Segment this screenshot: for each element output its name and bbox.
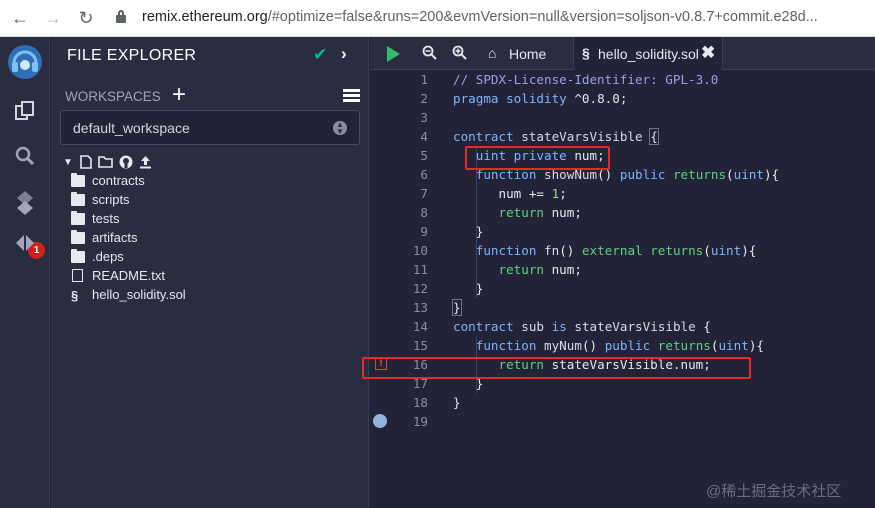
- highlight-box-error-line: [362, 357, 751, 379]
- lock-icon: [116, 10, 126, 24]
- search-icon[interactable]: [10, 145, 40, 175]
- folder-icon: [71, 192, 85, 206]
- forward-icon[interactable]: →: [42, 7, 64, 29]
- file-explorer-panel: FILE EXPLORER ✔ › WORKSPACES + default_w…: [51, 37, 369, 508]
- zoom-in-icon[interactable]: [452, 45, 467, 63]
- line-number: 3: [420, 110, 428, 125]
- workspace-select-value: default_workspace: [73, 120, 190, 136]
- remix-logo-icon[interactable]: [6, 43, 44, 81]
- folder-icon: [71, 230, 85, 244]
- code-line: 3: [370, 108, 875, 127]
- line-number: 4: [420, 129, 428, 144]
- highlight-box-private-var: [465, 146, 610, 170]
- home-icon: ⌂: [488, 45, 497, 61]
- line-number: 2: [420, 91, 428, 106]
- reload-icon[interactable]: ↻: [75, 7, 97, 29]
- code-line: 18 }: [370, 393, 875, 412]
- code-line: 15 function myNum() public returns(uint)…: [370, 336, 875, 355]
- line-number: 12: [412, 281, 428, 296]
- address-bar[interactable]: remix.ethereum.org/#optimize=false&runs=…: [106, 4, 875, 32]
- solidity-file-icon: §: [71, 288, 79, 303]
- select-arrows-icon: ▲ ▼: [333, 121, 347, 136]
- github-icon[interactable]: [119, 155, 133, 173]
- code-line: 6 function showNum() public returns(uint…: [370, 165, 875, 184]
- workspace-menu-icon[interactable]: [343, 89, 360, 103]
- code-line: 9 }: [370, 222, 875, 241]
- code-line: 1 // SPDX-License-Identifier: GPL-3.0: [370, 70, 875, 89]
- code-line: 2 pragma solidity ^0.8.0;: [370, 89, 875, 108]
- deploy-run-icon[interactable]: [10, 232, 40, 262]
- code-line: 14 contract sub is stateVarsVisible {: [370, 317, 875, 336]
- line-number: 18: [412, 395, 428, 410]
- browser-toolbar: ← → ↻ remix.ethereum.org/#optimize=false…: [0, 0, 875, 37]
- code-line: 12 }: [370, 279, 875, 298]
- tab-label: hello_solidity.sol: [598, 46, 699, 62]
- tab-label: Home: [509, 46, 547, 62]
- code-line: 10 function fn() external returns(uint){: [370, 241, 875, 260]
- folder-icon: [71, 173, 85, 187]
- new-folder-icon[interactable]: [98, 155, 113, 172]
- file-icon: [72, 269, 83, 282]
- solidity-compiler-icon[interactable]: [10, 190, 40, 220]
- workspaces-label: WORKSPACES: [65, 89, 161, 104]
- run-icon[interactable]: [387, 46, 400, 62]
- upload-icon[interactable]: [139, 155, 152, 173]
- solidity-file-icon: §: [582, 45, 590, 61]
- zoom-out-icon[interactable]: [422, 45, 437, 63]
- tree-item-label: tests: [92, 211, 120, 226]
- back-icon[interactable]: ←: [9, 7, 31, 29]
- line-number: 14: [412, 319, 428, 334]
- folder-icon: [71, 211, 85, 225]
- code-editor[interactable]: 1 // SPDX-License-Identifier: GPL-3.0 2 …: [362, 70, 875, 508]
- code-line: 7 num += 1;: [370, 184, 875, 203]
- file-explorer-icon[interactable]: [10, 100, 40, 130]
- line-number: 7: [420, 186, 428, 201]
- chevron-right-icon[interactable]: ›: [341, 44, 347, 64]
- code-line: 11 return num;: [370, 260, 875, 279]
- line-number: 10: [412, 243, 428, 258]
- url-path: /#optimize=false&runs=200&evmVersion=nul…: [267, 9, 818, 25]
- folder-icon: [71, 249, 85, 263]
- tree-item-label: .deps: [92, 249, 124, 264]
- panel-title: FILE EXPLORER: [67, 47, 197, 64]
- code-line: 4 contract stateVarsVisible {: [370, 127, 875, 146]
- caret-down-icon[interactable]: ▼: [63, 155, 73, 171]
- line-number: 8: [420, 205, 428, 220]
- new-file-icon[interactable]: [80, 155, 92, 173]
- line-number: 9: [420, 224, 428, 239]
- add-workspace-icon[interactable]: +: [172, 81, 186, 109]
- url-host: remix.ethereum.org: [142, 9, 268, 25]
- icon-rail: 1: [0, 37, 50, 508]
- line-number: 1: [420, 72, 428, 87]
- tree-item-label: scripts: [92, 192, 130, 207]
- line-number: 15: [412, 338, 428, 353]
- code-line: 5 uint private num;: [370, 146, 875, 165]
- tree-item-label: contracts: [92, 173, 145, 188]
- tree-item-label: README.txt: [92, 268, 165, 283]
- editor-toolbar: ⌂ Home § hello_solidity.sol ✖: [370, 37, 875, 70]
- check-icon: ✔: [313, 45, 328, 64]
- tree-item-label: artifacts: [92, 230, 138, 245]
- line-number: 19: [412, 414, 428, 429]
- code-line: 8 return num;: [370, 203, 875, 222]
- watermark: @稀土掘金技术社区: [706, 483, 842, 500]
- line-number: 6: [420, 167, 428, 182]
- tree-item-label: hello_solidity.sol: [92, 287, 186, 302]
- line-number: 11: [412, 262, 428, 277]
- code-line: 13 }: [370, 298, 875, 317]
- line-number: 5: [420, 148, 428, 163]
- close-icon[interactable]: ✖: [701, 43, 715, 63]
- line-number: 13: [412, 300, 428, 315]
- tab-home[interactable]: ⌂ Home: [484, 37, 574, 70]
- code-line: 19: [370, 412, 875, 431]
- workspace-select[interactable]: default_workspace ▲ ▼: [60, 110, 360, 145]
- tab-hello-solidity[interactable]: § hello_solidity.sol ✖: [573, 37, 723, 70]
